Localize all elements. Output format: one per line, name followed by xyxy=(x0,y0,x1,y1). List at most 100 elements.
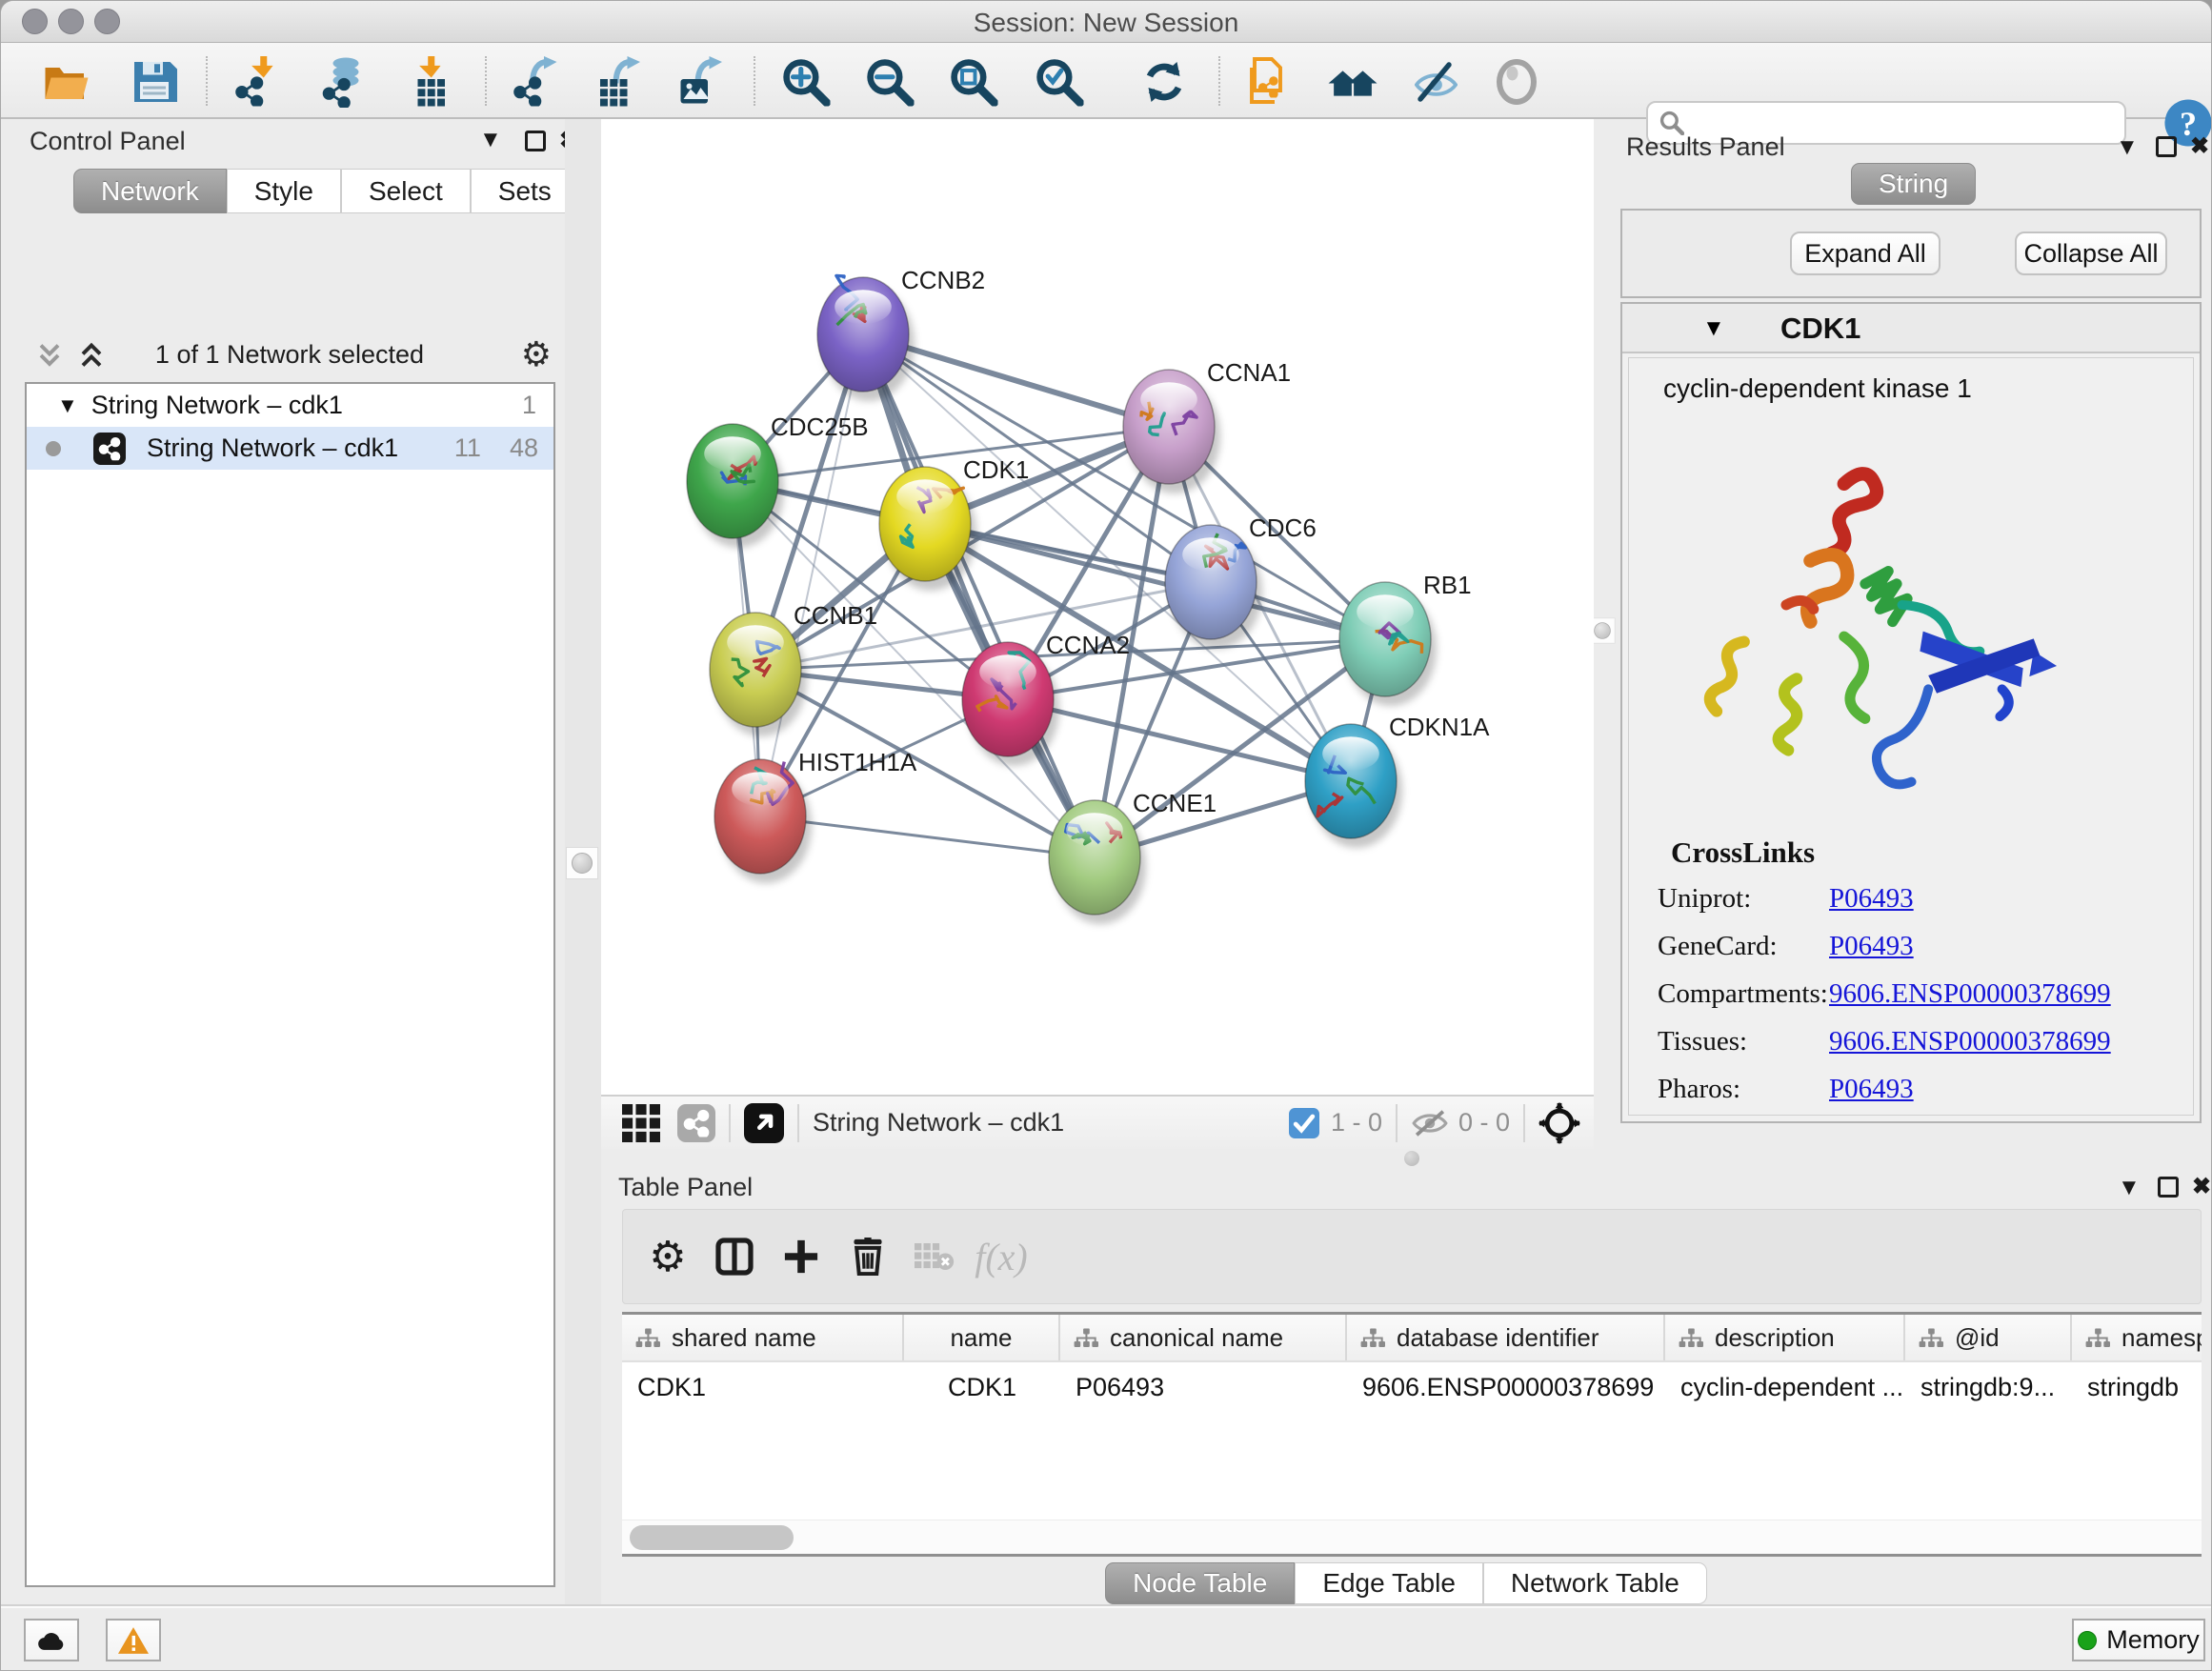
tab-string[interactable]: String xyxy=(1851,163,1976,205)
crosslink-compartments[interactable]: 9606.ENSP00000378699 xyxy=(1829,978,2111,1010)
zoom-in-button[interactable] xyxy=(778,54,834,110)
birds-eye-view-icon[interactable] xyxy=(744,1103,784,1143)
show-all-button[interactable] xyxy=(1489,54,1544,110)
column-type-icon xyxy=(1074,1328,1098,1348)
edge-count: 48 xyxy=(510,433,538,463)
crosslink-label: Compartments: xyxy=(1658,978,1829,1010)
show-grid-icon[interactable] xyxy=(622,1104,660,1142)
export-network-button[interactable] xyxy=(508,54,563,110)
results-panel-title: Results Panel xyxy=(1626,132,1785,162)
cell-name: CDK1 xyxy=(904,1373,1060,1402)
network-options-gear-icon[interactable]: ⚙ xyxy=(521,334,552,374)
vertical-splitter-left[interactable] xyxy=(565,119,601,1604)
network-node-CDK1[interactable]: CDK1 xyxy=(879,455,1029,581)
table-row[interactable]: CDK1 CDK1 P06493 9606.ENSP00000378699 cy… xyxy=(622,1362,2202,1412)
column-header[interactable]: canonical name xyxy=(1110,1323,1283,1353)
import-network-file-button[interactable] xyxy=(230,54,285,110)
column-header[interactable]: description xyxy=(1715,1323,1835,1353)
zoom-out-button[interactable] xyxy=(862,54,917,110)
vertical-splitter-right[interactable] xyxy=(1594,119,1611,1149)
refresh-icon-button[interactable] xyxy=(1136,54,1192,110)
crosslink-label: Uniprot: xyxy=(1658,883,1829,915)
collapse-all-button[interactable]: Collapse All xyxy=(2015,232,2167,275)
zoom-selected-button[interactable] xyxy=(1032,54,1087,110)
warnings-button[interactable] xyxy=(106,1619,161,1661)
close-panel-icon[interactable]: ✖ xyxy=(2192,1173,2211,1200)
clone-network-button[interactable] xyxy=(1241,54,1297,110)
column-type-icon xyxy=(1679,1328,1703,1348)
import-network-database-button[interactable] xyxy=(315,54,371,110)
network-type-icon xyxy=(93,433,126,465)
float-panel-icon[interactable] xyxy=(525,131,546,151)
table-panel: Table Panel ▼ ✖ ⚙ f(x) shared name name xyxy=(601,1161,2211,1606)
tree-expander-icon[interactable]: ▼ xyxy=(57,393,78,418)
gene-section-header[interactable]: ▼ CDK1 xyxy=(1622,304,2200,353)
network-label: String Network – cdk1 xyxy=(147,433,398,463)
import-table-button[interactable] xyxy=(403,54,458,110)
collection-count: 1 xyxy=(522,391,536,420)
protein-structure-image xyxy=(1686,425,2086,806)
crosslink-uniprot[interactable]: P06493 xyxy=(1829,883,1914,915)
panel-menu-icon[interactable]: ▼ xyxy=(479,127,502,153)
node-table[interactable]: shared name name canonical name database… xyxy=(622,1312,2202,1557)
open-session-button[interactable] xyxy=(39,54,94,110)
scrollbar-thumb[interactable] xyxy=(630,1525,794,1550)
network-node-CDC6[interactable]: CDC6 xyxy=(1165,513,1317,639)
tab-network-table[interactable]: Network Table xyxy=(1483,1562,1707,1604)
column-header[interactable]: shared name xyxy=(672,1323,816,1353)
view-network-title: String Network – cdk1 xyxy=(813,1108,1064,1137)
memory-label: Memory xyxy=(2106,1625,2200,1655)
network-tree: ▼ String Network – cdk1 1 String Network… xyxy=(25,382,555,1587)
tab-edge-table[interactable]: Edge Table xyxy=(1295,1562,1483,1604)
float-panel-icon[interactable] xyxy=(2158,1177,2179,1198)
node-count: 11 xyxy=(454,433,481,463)
node-label-HIST1H1A: HIST1H1A xyxy=(798,748,917,776)
titlebar: Session: New Session xyxy=(1,1,2211,43)
crosslink-genecard[interactable]: P06493 xyxy=(1829,931,1914,962)
tab-style[interactable]: Style xyxy=(227,169,341,213)
tab-node-table[interactable]: Node Table xyxy=(1105,1562,1295,1604)
horizontal-scrollbar[interactable] xyxy=(622,1520,2202,1554)
tab-select[interactable]: Select xyxy=(341,169,471,213)
memory-button[interactable]: Memory xyxy=(2072,1619,2205,1661)
node-label-CCNB1: CCNB1 xyxy=(794,601,877,630)
delete-column-trash-icon[interactable] xyxy=(835,1226,901,1287)
column-type-icon xyxy=(2085,1328,2110,1348)
selected-checkbox-icon[interactable] xyxy=(1289,1108,1319,1138)
first-neighbors-button[interactable] xyxy=(1325,54,1380,110)
network-row-selected[interactable]: String Network – cdk1 11 48 xyxy=(27,427,553,470)
close-panel-icon[interactable]: ✖ xyxy=(2190,132,2209,160)
column-header[interactable]: name xyxy=(950,1323,1012,1353)
network-overview-icon[interactable] xyxy=(677,1104,715,1142)
column-header[interactable]: namespace xyxy=(2122,1323,2202,1353)
tab-network[interactable]: Network xyxy=(73,169,227,213)
network-collection-row[interactable]: ▼ String Network – cdk1 1 xyxy=(27,384,553,427)
tab-sets[interactable]: Sets xyxy=(471,169,579,213)
network-node-HIST1H1A[interactable]: HIST1H1A xyxy=(714,748,917,874)
expand-all-button[interactable]: Expand All xyxy=(1790,232,1941,275)
hide-selected-button[interactable] xyxy=(1407,54,1462,110)
column-header[interactable]: database identifier xyxy=(1397,1323,1599,1353)
save-session-button[interactable] xyxy=(127,54,182,110)
node-label-CCNA1: CCNA1 xyxy=(1207,358,1291,387)
create-column-icon[interactable] xyxy=(768,1226,835,1287)
section-expander-icon[interactable]: ▼ xyxy=(1702,315,1725,342)
table-toolbar: ⚙ f(x) xyxy=(622,1209,2202,1304)
float-panel-icon[interactable] xyxy=(2156,136,2177,157)
export-image-button[interactable] xyxy=(672,54,727,110)
show-columns-icon[interactable] xyxy=(701,1226,768,1287)
toolbar-separator xyxy=(754,56,755,106)
crosslink-tissues[interactable]: 9606.ENSP00000378699 xyxy=(1829,1026,2111,1057)
zoom-fit-button[interactable] xyxy=(946,54,1001,110)
panel-menu-icon[interactable]: ▼ xyxy=(2118,1175,2141,1201)
hidden-eye-icon[interactable] xyxy=(1411,1109,1449,1137)
export-table-button[interactable] xyxy=(590,54,645,110)
network-node-RB1[interactable]: RB1 xyxy=(1339,571,1472,696)
panel-menu-icon[interactable]: ▼ xyxy=(2116,134,2139,161)
cloud-status-button[interactable] xyxy=(24,1619,79,1661)
crosslink-pharos[interactable]: P06493 xyxy=(1829,1074,1914,1105)
table-options-gear-icon[interactable]: ⚙ xyxy=(634,1226,701,1287)
network-canvas[interactable]: CCNB2CCNA1CDC25BCDK1CDC6RB1CCNB1CCNA2CDK… xyxy=(601,119,1594,1095)
fit-selected-target-icon[interactable] xyxy=(1538,1102,1580,1144)
column-header[interactable]: @id xyxy=(1955,1323,2000,1353)
